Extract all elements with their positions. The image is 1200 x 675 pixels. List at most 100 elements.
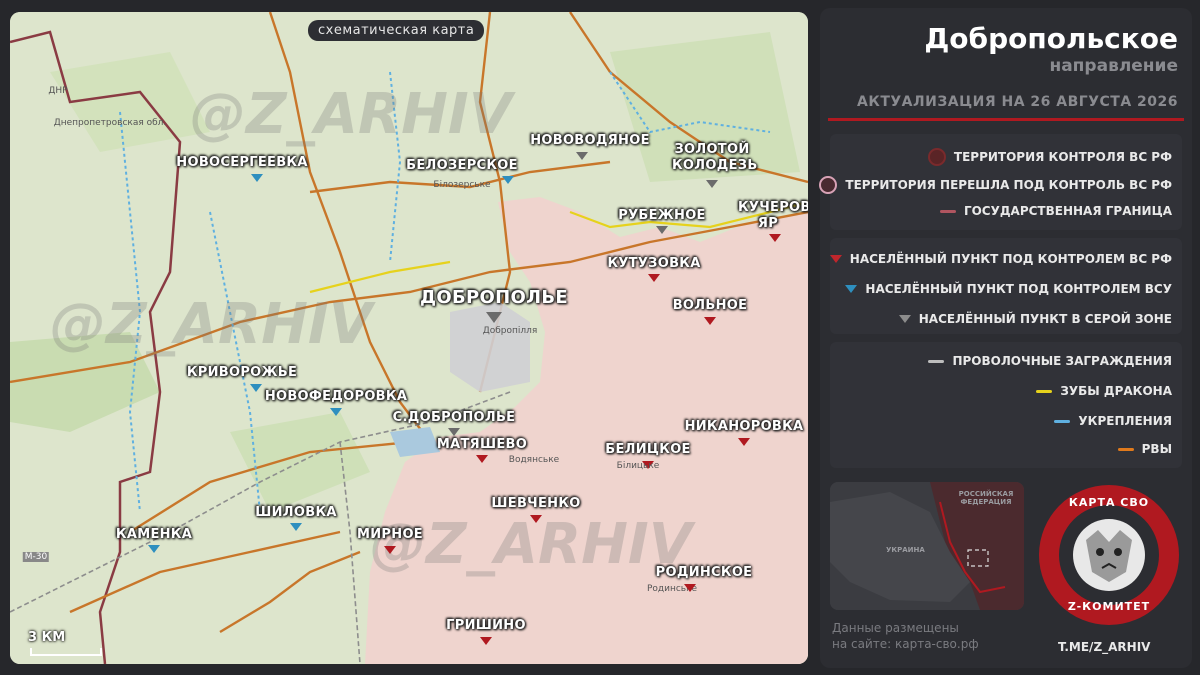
legend-item: ТЕРРИТОРИЯ ПЕРЕШЛА ПОД КОНТРОЛЬ ВС РФ bbox=[819, 176, 1172, 194]
marker-ru bbox=[384, 546, 396, 554]
marker-gray bbox=[706, 180, 718, 188]
watermark: @Z_ARHIV bbox=[50, 292, 373, 357]
marker-ru bbox=[684, 584, 696, 592]
overview-minimap: РОССИЙСКАЯ ФЕДЕРАЦИЯ УКРАИНА bbox=[830, 482, 1024, 610]
place-shevchenko[interactable]: ШЕВЧЕНКО bbox=[491, 496, 580, 512]
legend-item: ГОСУДАРСТВЕННАЯ ГРАНИЦА bbox=[939, 204, 1172, 218]
panel-title: Добропольское bbox=[924, 22, 1178, 55]
place-mirnoe[interactable]: МИРНОЕ bbox=[357, 527, 423, 543]
legend-label: ЗУБЫ ДРАКОНА bbox=[1060, 384, 1172, 398]
place-volnoe[interactable]: ВОЛЬНОЕ bbox=[673, 298, 748, 314]
marker-ua bbox=[148, 545, 160, 553]
watermark: @Z_ARHIV bbox=[190, 82, 513, 147]
logo-top-text: КАРТА СВО bbox=[1068, 496, 1150, 509]
marker-ua bbox=[330, 408, 342, 416]
marker-ua bbox=[250, 384, 262, 392]
place-kamenka[interactable]: КАМЕНКА bbox=[116, 527, 192, 543]
marker-gray bbox=[448, 428, 460, 436]
line-yellow-icon bbox=[1036, 389, 1053, 393]
place-belitskoe[interactable]: БЕЛИЦКОЕ bbox=[605, 442, 690, 458]
legend-settlements-box: НАСЕЛЁННЫЙ ПУНКТ ПОД КОНТРОЛЕМ ВС РФ НАС… bbox=[829, 238, 1182, 334]
place-krivorozhye[interactable]: КРИВОРОЖЬЕ bbox=[187, 365, 297, 381]
marker-ru bbox=[476, 455, 488, 463]
telegram-link[interactable]: T.ME/Z_ARHIV bbox=[1058, 640, 1150, 654]
minimap-russia-label: РОССИЙСКАЯ ФЕДЕРАЦИЯ bbox=[958, 490, 1014, 506]
place-s-dobropolie[interactable]: С.ДОБРОПОЛЬЕ bbox=[393, 410, 516, 426]
marker-ua bbox=[290, 523, 302, 531]
line-blue-icon bbox=[1054, 419, 1071, 423]
triangle-blue-icon bbox=[845, 285, 858, 293]
legend-item: ТЕРРИТОРИЯ КОНТРОЛЯ ВС РФ bbox=[927, 148, 1172, 166]
legend-defense-box: ПРОВОЛОЧНЫЕ ЗАГРАЖДЕНИЯ ЗУБЫ ДРАКОНА УКР… bbox=[830, 342, 1182, 468]
circle-pink-icon bbox=[819, 176, 838, 194]
legend-label: УКРЕПЛЕНИЯ bbox=[1078, 414, 1172, 428]
place-novovodyanoe[interactable]: НОВОВОДЯНОЕ bbox=[530, 133, 650, 149]
map-title-badge: схематическая карта bbox=[308, 20, 485, 41]
place-sublabel: Добропілля bbox=[482, 326, 538, 336]
place-matyashevo[interactable]: МАТЯШЕВО bbox=[437, 437, 527, 453]
place-kucherov-yar[interactable]: КУЧЕРОВ ЯР bbox=[738, 200, 808, 232]
place-novofedorovka[interactable]: НОВОФЕДОРОВКА bbox=[265, 389, 407, 405]
legend-item: РВЫ bbox=[1117, 442, 1172, 456]
legend-panel: Добропольское направление АКТУАЛИЗАЦИЯ Н… bbox=[819, 8, 1192, 668]
scale-label: 3 КМ bbox=[28, 630, 66, 645]
road-label-m30: М-30 bbox=[22, 552, 50, 562]
triangle-red-icon bbox=[829, 255, 842, 263]
place-belozerskoe[interactable]: БЕЛОЗЕРСКОЕ bbox=[406, 158, 518, 174]
legend-label: ТЕРРИТОРИЯ ПЕРЕШЛА ПОД КОНТРОЛЬ ВС РФ bbox=[845, 178, 1172, 192]
site-line2[interactable]: на сайте: карта-сво.рф bbox=[832, 636, 979, 652]
place-novosergeevka[interactable]: НОВОСЕРГЕЕВКА bbox=[176, 155, 307, 171]
legend-item: ЗУБЫ ДРАКОНА bbox=[1036, 384, 1172, 398]
place-sublabel: Білицьке bbox=[616, 461, 660, 471]
circle-dark-red-icon bbox=[927, 148, 946, 166]
place-shilovka[interactable]: ШИЛОВКА bbox=[255, 505, 336, 521]
legend-label: НАСЕЛЁННЫЙ ПУНКТ ПОД КОНТРОЛЕМ ВСУ bbox=[865, 282, 1172, 296]
legend-item: ПРОВОЛОЧНЫЕ ЗАГРАЖДЕНИЯ bbox=[928, 354, 1172, 368]
place-grishino[interactable]: ГРИШИНО bbox=[446, 618, 526, 634]
marker-gray bbox=[486, 312, 502, 323]
place-rubezhnoe[interactable]: РУБЕЖНОЕ bbox=[618, 208, 705, 224]
triangle-gray-icon bbox=[898, 315, 911, 323]
marker-ru bbox=[738, 438, 750, 446]
marker-ua bbox=[251, 174, 263, 182]
marker-ru bbox=[530, 515, 542, 523]
place-sublabel: Водянське bbox=[508, 455, 560, 465]
marker-gray bbox=[656, 226, 668, 234]
marker-gray bbox=[576, 152, 588, 160]
legend-label: ГОСУДАРСТВЕННАЯ ГРАНИЦА bbox=[963, 204, 1172, 218]
scale-bar bbox=[30, 648, 102, 656]
legend-label: НАСЕЛЁННЫЙ ПУНКТ ПОД КОНТРОЛЕМ ВС РФ bbox=[849, 252, 1172, 266]
line-gray-icon bbox=[928, 359, 945, 363]
z-komitet-logo: КАРТА СВО Z-КОМИТЕТ bbox=[1036, 482, 1182, 628]
legend-territory-box: ТЕРРИТОРИЯ КОНТРОЛЯ ВС РФ ТЕРРИТОРИЯ ПЕР… bbox=[819, 134, 1182, 230]
marker-ua bbox=[502, 176, 514, 184]
legend-label: РВЫ bbox=[1141, 442, 1172, 456]
update-date: АКТУАЛИЗАЦИЯ НА 26 АВГУСТА 2026 bbox=[857, 94, 1178, 110]
legend-item: НАСЕЛЁННЫЙ ПУНКТ ПОД КОНТРОЛЕМ ВСУ bbox=[845, 282, 1172, 296]
legend-label: ТЕРРИТОРИЯ КОНТРОЛЯ ВС РФ bbox=[953, 150, 1172, 164]
panel-subtitle: направление bbox=[1049, 56, 1178, 76]
place-kutuzovka[interactable]: КУТУЗОВКА bbox=[607, 256, 700, 272]
site-info: Данные размещены на сайте: карта-сво.рф bbox=[832, 620, 979, 652]
legend-label: НАСЕЛЁННЫЙ ПУНКТ В СЕРОЙ ЗОНЕ bbox=[918, 312, 1172, 326]
logo-bottom-text: Z-КОМИТЕТ bbox=[1067, 600, 1151, 613]
legend-item: УКРЕПЛЕНИЯ bbox=[1054, 414, 1172, 428]
divider bbox=[828, 118, 1184, 121]
line-red-icon bbox=[939, 209, 956, 213]
place-dobropolie[interactable]: ДОБРОПОЛЬЕ bbox=[420, 288, 568, 308]
place-nikanorovka[interactable]: НИКАНОРОВКА bbox=[685, 419, 804, 435]
legend-item: НАСЕЛЁННЫЙ ПУНКТ ПОД КОНТРОЛЕМ ВС РФ bbox=[829, 252, 1172, 266]
legend-item: НАСЕЛЁННЫЙ ПУНКТ В СЕРОЙ ЗОНЕ bbox=[898, 312, 1172, 326]
minimap-ukraine-label: УКРАИНА bbox=[886, 546, 925, 554]
place-zolotoy-kolodez[interactable]: ЗОЛОТОЙ КОЛОДЕЗЬ bbox=[672, 142, 757, 174]
place-rodinskoe[interactable]: РОДИНСКОЕ bbox=[656, 565, 753, 581]
line-orange-icon bbox=[1117, 447, 1134, 451]
marker-ru bbox=[769, 234, 781, 242]
region-label-dnepr: Днепропетровская обл. bbox=[53, 118, 167, 128]
marker-ru bbox=[648, 274, 660, 282]
place-sublabel: Білозерське bbox=[433, 180, 491, 190]
marker-ru bbox=[480, 637, 492, 645]
region-label-dnr: ДНР bbox=[48, 86, 68, 96]
marker-ru bbox=[704, 317, 716, 325]
schematic-map[interactable]: @Z_ARHIV @Z_ARHIV @Z_ARHIV схематическая… bbox=[10, 12, 808, 664]
